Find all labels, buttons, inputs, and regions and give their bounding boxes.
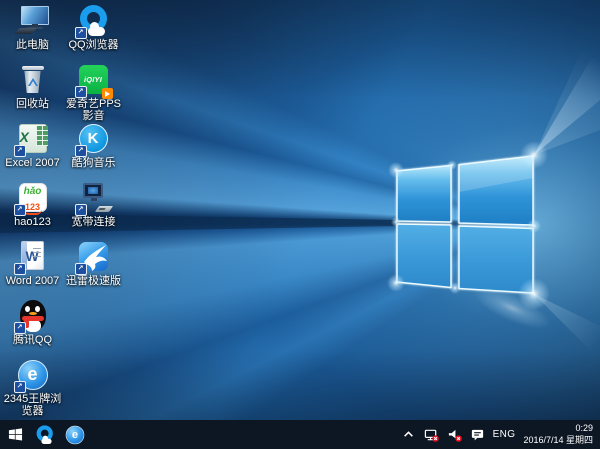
taskbar-2345-browser-button[interactable]: e	[60, 420, 90, 449]
kugou-music-icon: K ↗	[77, 122, 111, 156]
shortcut-arrow-icon: ↗	[14, 322, 26, 334]
icon-label: 迅雷极速版	[66, 275, 121, 287]
desktop-icon-excel-2007[interactable]: X ↗ Excel 2007	[2, 122, 63, 181]
desktop-icon-recycle-bin[interactable]: 回收站	[2, 63, 63, 122]
windows-desktop: 此电脑 ↗ QQ浏览器 回收站 iQIYI ↗ 爱奇艺PPS 影音	[0, 0, 600, 449]
start-button[interactable]	[0, 420, 30, 449]
desktop-icon-this-pc[interactable]: 此电脑	[2, 4, 63, 63]
taskbar-clock[interactable]: 0:29 2016/7/14 星期四	[523, 423, 593, 446]
desktop-icon-word-2007[interactable]: W ↗ Word 2007	[2, 240, 63, 299]
icon-label: Excel 2007	[5, 157, 59, 169]
recycle-bin-icon	[16, 63, 50, 97]
desktop-icon-2345-browser[interactable]: e ↗ 2345王牌浏览器	[2, 358, 63, 417]
tray-expand-chevron-icon[interactable]	[401, 427, 416, 442]
shortcut-arrow-icon: ↗	[14, 145, 26, 157]
qq-penguin-icon: ↗	[16, 299, 50, 333]
icon-label: Word 2007	[6, 275, 60, 287]
shortcut-arrow-icon: ↗	[75, 27, 87, 39]
clock-time: 0:29	[523, 423, 593, 434]
icon-label: 2345王牌浏览器	[3, 393, 63, 418]
desktop-icon-kugou-music[interactable]: K ↗ 酷狗音乐	[63, 122, 124, 181]
icon-label: 回收站	[16, 98, 49, 110]
play-badge-icon	[102, 88, 113, 99]
icon-label: 酷狗音乐	[72, 157, 116, 169]
desktop-icon-tencent-qq[interactable]: ↗ 腾讯QQ	[2, 299, 63, 358]
desktop-icon-grid: 此电脑 ↗ QQ浏览器 回收站 iQIYI ↗ 爱奇艺PPS 影音	[2, 4, 124, 417]
shortcut-arrow-icon: ↗	[75, 204, 87, 216]
word-icon: W ↗	[16, 240, 50, 274]
icon-label: 腾讯QQ	[13, 334, 52, 346]
qq-browser-icon	[35, 424, 55, 444]
windows-start-icon	[8, 427, 23, 442]
shortcut-arrow-icon: ↗	[14, 381, 26, 393]
volume-muted-icon[interactable]	[447, 427, 462, 442]
taskbar-qq-browser-button[interactable]	[30, 420, 60, 449]
system-tray: ENG 0:29 2016/7/14 星期四	[401, 420, 600, 449]
shortcut-arrow-icon: ↗	[75, 263, 87, 275]
2345-browser-icon: e ↗	[16, 358, 50, 392]
icon-label: 宽带连接	[72, 216, 116, 228]
iqiyi-pps-icon: iQIYI ↗	[77, 63, 111, 97]
language-indicator[interactable]: ENG	[493, 429, 516, 440]
shortcut-arrow-icon: ↗	[14, 204, 26, 216]
2345-browser-icon: e	[64, 424, 85, 445]
xunlei-bird-icon: ↗	[77, 240, 111, 274]
shortcut-arrow-icon: ↗	[75, 145, 87, 157]
hao123-icon: hǎo 123 ↗	[16, 181, 50, 215]
broadband-connection-icon: ↗	[77, 181, 111, 215]
icon-label: hao123	[14, 216, 51, 228]
qq-browser-icon: ↗	[77, 4, 111, 38]
shortcut-arrow-icon: ↗	[14, 263, 26, 275]
clock-date: 2016/7/14 星期四	[523, 435, 593, 446]
taskbar: e	[0, 420, 600, 449]
network-disconnected-icon[interactable]	[424, 427, 439, 442]
excel-icon: X ↗	[16, 122, 50, 156]
desktop-icon-iqiyi-pps[interactable]: iQIYI ↗ 爱奇艺PPS 影音	[63, 63, 124, 122]
shortcut-arrow-icon: ↗	[75, 86, 87, 98]
this-pc-icon	[16, 4, 50, 38]
desktop-icon-hao123[interactable]: hǎo 123 ↗ hao123	[2, 181, 63, 240]
desktop-icon-xunlei-speed[interactable]: ↗ 迅雷极速版	[63, 240, 124, 299]
notification-tooltip-icon[interactable]	[470, 427, 485, 442]
icon-label: 此电脑	[16, 39, 49, 51]
desktop-icon-broadband-connection[interactable]: ↗ 宽带连接	[63, 181, 124, 240]
icon-label: QQ浏览器	[68, 39, 118, 51]
desktop-icon-qq-browser[interactable]: ↗ QQ浏览器	[63, 4, 124, 63]
icon-label: 爱奇艺PPS 影音	[64, 98, 124, 123]
